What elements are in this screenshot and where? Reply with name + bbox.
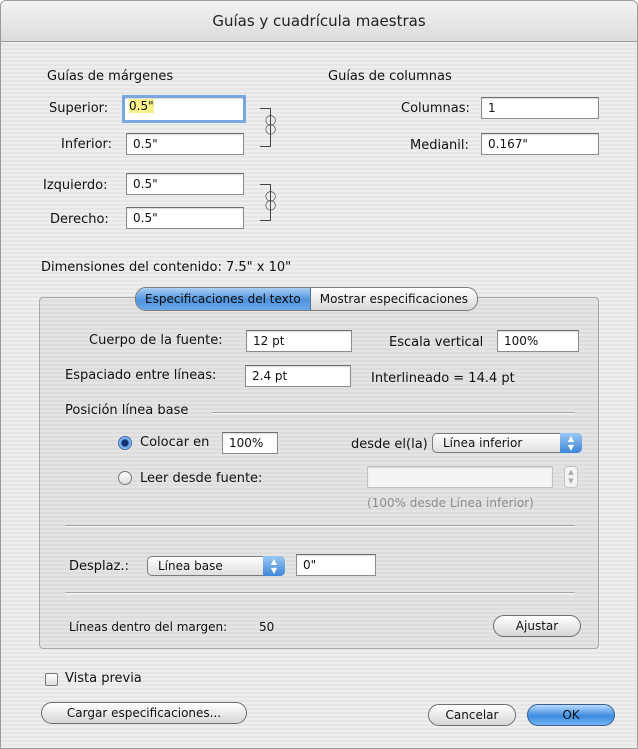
bottom-margin-label: Inferior:: [61, 137, 113, 152]
cancel-button[interactable]: Cancelar: [428, 704, 516, 726]
tab-panel: Cuerpo de la fuente: 12 pt Escala vertic…: [39, 297, 599, 649]
adjust-button[interactable]: Ajustar: [493, 615, 581, 637]
read-from-font-stepper: ▲ ▼: [564, 466, 578, 488]
top-margin-input[interactable]: 0.5": [122, 95, 246, 123]
top-margin-label: Superior:: [49, 101, 109, 116]
vertical-scale-input[interactable]: 100%: [497, 330, 579, 352]
offset-input[interactable]: 0": [296, 554, 376, 576]
popup-arrows-icon: ▲ ▼: [560, 433, 582, 453]
lines-in-margin-label: Líneas dentro del margen:: [69, 620, 228, 634]
gutter-input[interactable]: 0.167": [481, 133, 599, 155]
window-title: Guías y cuadrícula maestras: [1, 1, 637, 42]
place-at-radio[interactable]: [118, 436, 132, 450]
gutter-label: Medianil:: [410, 138, 469, 153]
left-margin-input[interactable]: 0.5": [126, 173, 244, 195]
dialog-content: Guías de márgenes Superior: 0.5" Inferio…: [1, 42, 637, 748]
baseline-heading: Posición línea base: [65, 403, 189, 418]
popup-arrows-icon: ▲ ▼: [263, 556, 285, 576]
read-from-font-input: [367, 466, 553, 488]
columns-heading: Guías de columnas: [328, 69, 452, 84]
from-popup[interactable]: Línea inferior ▲ ▼: [432, 433, 582, 453]
bottom-margin-input[interactable]: 0.5": [126, 133, 244, 155]
tab-text-specs[interactable]: Especificaciones del texto: [136, 288, 311, 310]
line-spacing-input[interactable]: 2.4 pt: [245, 365, 351, 387]
font-size-input[interactable]: 12 pt: [246, 330, 352, 352]
dialog-window: Guías y cuadrícula maestras Guías de már…: [0, 0, 638, 749]
from-label: desde el(la): [351, 437, 428, 452]
read-from-font-label: Leer desde fuente:: [140, 471, 263, 486]
lines-separator: [65, 592, 575, 594]
tab-show-specs[interactable]: Mostrar especificaciones: [311, 288, 477, 310]
left-margin-label: Izquierdo:: [43, 178, 108, 193]
columns-input[interactable]: 1: [481, 97, 599, 119]
vertical-scale-label: Escala vertical: [389, 335, 484, 350]
chain-link-icon[interactable]: ◯ ◯: [265, 116, 276, 135]
chain-link-icon[interactable]: ◯ ◯: [265, 192, 276, 211]
right-margin-input[interactable]: 0.5": [126, 207, 244, 229]
read-from-font-radio[interactable]: [118, 471, 132, 485]
place-at-input[interactable]: 100%: [222, 432, 278, 454]
preview-checkbox[interactable]: [45, 673, 58, 686]
offset-separator: [65, 525, 575, 527]
font-size-label: Cuerpo de la fuente:: [89, 333, 223, 348]
offset-label: Desplaz.:: [69, 559, 129, 574]
lines-in-margin-value: 50: [259, 620, 275, 634]
place-at-label: Colocar en: [140, 435, 210, 450]
content-dimensions: Dimensiones del contenido: 7.5" x 10": [41, 260, 292, 275]
load-specs-button[interactable]: Cargar especificaciones...: [41, 702, 247, 724]
tab-bar: Especificaciones del texto Mostrar espec…: [135, 287, 479, 311]
margins-heading: Guías de márgenes: [47, 69, 174, 84]
columns-label: Columnas:: [401, 101, 470, 116]
offset-popup[interactable]: Línea base ▲ ▼: [147, 556, 285, 576]
ok-button[interactable]: OK: [527, 704, 615, 726]
preview-label: Vista previa: [65, 671, 142, 686]
read-from-font-note: (100% desde Línea inferior): [367, 496, 534, 510]
leading-text: Interlineado = 14.4 pt: [371, 371, 515, 386]
baseline-separator: [212, 412, 575, 414]
right-margin-label: Derecho:: [50, 212, 109, 227]
line-spacing-label: Espaciado entre líneas:: [65, 368, 217, 383]
